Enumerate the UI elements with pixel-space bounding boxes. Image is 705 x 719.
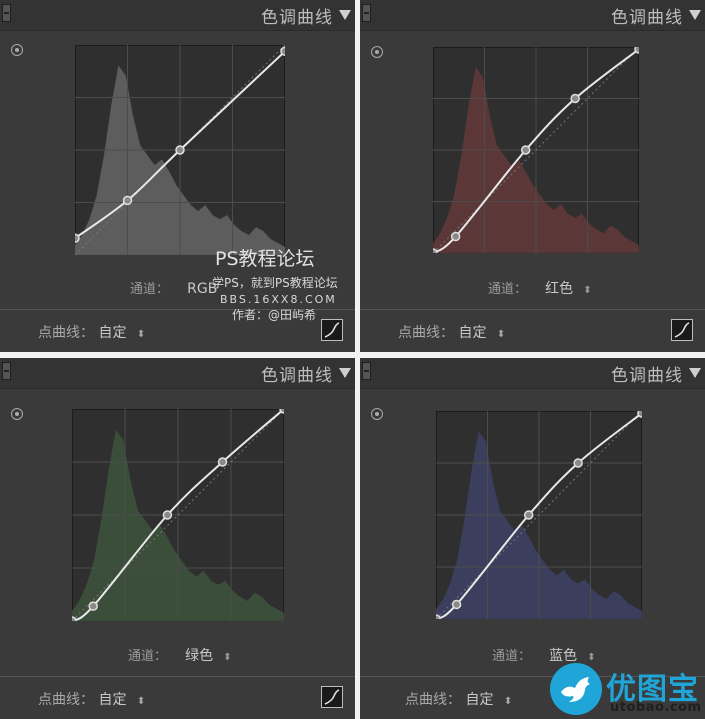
curve-graph[interactable] xyxy=(72,409,284,621)
channel-label: 通道： xyxy=(488,282,528,297)
updown-arrow-icon: ⬍ xyxy=(583,285,592,296)
curve-edit-button[interactable] xyxy=(321,319,343,341)
curve-point xyxy=(175,145,185,155)
point-curve-select[interactable]: 点曲线： 自定 ⬍ xyxy=(38,689,145,709)
panel-header[interactable]: 色调曲线 xyxy=(0,0,355,31)
tone-curve-panel-green: 色调曲线 通道： 绿色 ⬍ 点曲线： 自定 ⬍ xyxy=(0,358,355,719)
channel-select[interactable]: 通道： RGB xyxy=(130,278,217,297)
point-curve-value: 自定 xyxy=(98,325,127,341)
panel-title: 色调曲线 xyxy=(611,8,683,28)
point-curve-select[interactable]: 点曲线： 自定 ⬍ xyxy=(38,322,145,342)
panel-header[interactable]: 色调曲线 xyxy=(360,0,705,31)
point-curve-select[interactable]: 点曲线： 自定 ⬍ xyxy=(405,689,512,709)
channel-value: 红色 xyxy=(545,281,574,297)
curve-point xyxy=(451,599,462,610)
updown-arrow-icon: ⬍ xyxy=(136,696,146,707)
target-adjustment-icon[interactable] xyxy=(11,44,23,56)
point-curve-value: 自定 xyxy=(458,325,487,341)
panel-header[interactable]: 色调曲线 xyxy=(360,358,705,389)
curve-point xyxy=(450,231,461,242)
tone-curve-panel-red: 色调曲线 通道： 红色 ⬍ 点曲线： 自定 ⬍ xyxy=(360,0,705,352)
channel-select[interactable]: 通道： 绿色 ⬍ xyxy=(128,645,232,665)
curve-point xyxy=(217,457,228,467)
target-adjustment-icon[interactable] xyxy=(11,408,23,420)
channel-select[interactable]: 通道： 红色 ⬍ xyxy=(488,278,592,298)
panel-footer: 点曲线： 自定 ⬍ xyxy=(0,676,355,719)
panel-toggle-icon[interactable] xyxy=(362,4,371,22)
curve-icon xyxy=(324,322,340,338)
panel-header[interactable]: 色调曲线 xyxy=(0,358,355,389)
point-curve-label: 点曲线： xyxy=(405,692,461,708)
curve-icon xyxy=(324,689,340,705)
curve-point xyxy=(634,47,639,54)
triangle-down-icon[interactable] xyxy=(689,368,701,378)
curve-point xyxy=(570,93,580,104)
triangle-down-icon[interactable] xyxy=(689,10,701,20)
bird-logo-icon xyxy=(550,663,602,715)
updown-arrow-icon: ⬍ xyxy=(496,329,506,340)
brand-url: utobao.com xyxy=(610,700,702,715)
channel-label: 通道： xyxy=(130,282,170,297)
curve-point xyxy=(637,411,642,418)
target-adjustment-icon[interactable] xyxy=(371,408,383,420)
curve-icon xyxy=(674,322,690,338)
point-curve-value: 自定 xyxy=(465,692,494,708)
point-curve-label: 点曲线： xyxy=(38,692,94,708)
panel-footer: 点曲线： 自定 ⬍ xyxy=(360,309,705,352)
point-curve-label: 点曲线： xyxy=(398,325,454,341)
curve-point xyxy=(88,601,98,611)
point-curve-label: 点曲线： xyxy=(38,325,94,341)
channel-value: 绿色 xyxy=(185,648,214,664)
panel-title: 色调曲线 xyxy=(261,366,333,386)
point-curve-value: 自定 xyxy=(98,692,127,708)
curve-edit-button[interactable] xyxy=(321,686,343,708)
updown-arrow-icon: ⬍ xyxy=(223,652,232,663)
point-curve-select[interactable]: 点曲线： 自定 ⬍ xyxy=(398,322,505,342)
panel-toggle-icon[interactable] xyxy=(2,362,11,380)
target-adjustment-icon[interactable] xyxy=(371,46,383,58)
curve-point xyxy=(122,195,133,206)
curve-graph[interactable] xyxy=(436,411,642,619)
watermark-title: PS教程论坛 xyxy=(215,248,315,270)
triangle-down-icon[interactable] xyxy=(339,10,351,20)
curve-graph[interactable] xyxy=(433,47,639,253)
curve-point xyxy=(520,145,531,155)
updown-arrow-icon: ⬍ xyxy=(136,329,146,340)
curve-point xyxy=(523,510,534,520)
curve-point xyxy=(280,46,285,57)
curve-point xyxy=(573,458,583,468)
panel-toggle-icon[interactable] xyxy=(362,362,371,380)
curve-point xyxy=(75,233,80,243)
watermark-url: BBS.16XX8.COM xyxy=(220,293,337,306)
channel-label: 通道： xyxy=(492,649,532,664)
panel-toggle-icon[interactable] xyxy=(2,4,11,22)
triangle-down-icon[interactable] xyxy=(339,368,351,378)
updown-arrow-icon: ⬍ xyxy=(503,696,513,707)
watermark-author: 作者：@田屿希 xyxy=(232,308,317,322)
panel-title: 色调曲线 xyxy=(611,366,683,386)
panel-title: 色调曲线 xyxy=(261,8,333,28)
channel-label: 通道： xyxy=(128,649,168,664)
watermark-slogan: 学PS，就到PS教程论坛 xyxy=(212,276,338,290)
curve-graph[interactable] xyxy=(75,45,285,255)
curve-edit-button[interactable] xyxy=(671,319,693,341)
curve-point xyxy=(162,510,173,520)
